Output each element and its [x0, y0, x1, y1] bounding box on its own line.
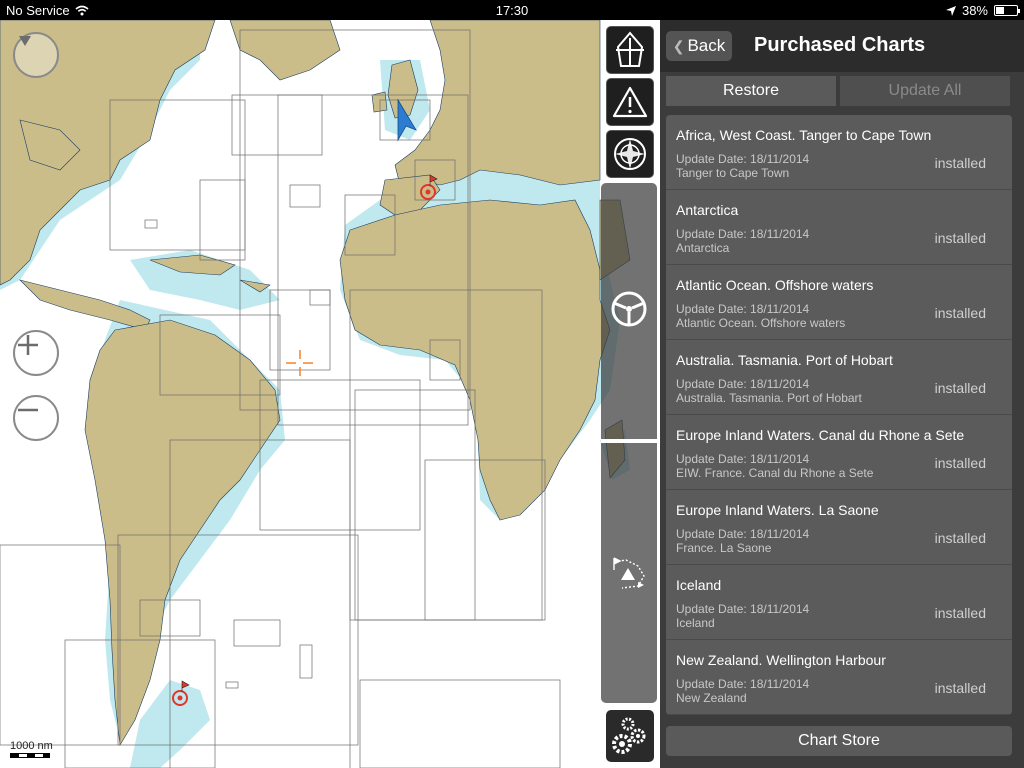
- north-indicator-button[interactable]: [13, 32, 59, 78]
- chart-status: installed: [934, 680, 986, 696]
- plus-icon: [18, 335, 38, 355]
- scale-bar: [10, 753, 50, 758]
- chart-status: installed: [934, 230, 986, 246]
- back-button[interactable]: ❮ Back: [666, 31, 732, 61]
- land: [0, 20, 631, 746]
- compass-button[interactable]: [606, 130, 654, 178]
- battery-fill: [996, 7, 1004, 14]
- minus-icon: [18, 408, 38, 412]
- battery-icon: [994, 5, 1020, 16]
- route-icon: [613, 557, 645, 589]
- boat-icon: [616, 31, 644, 67]
- map-cursor: [286, 350, 313, 376]
- chart-subtitle: Antarctica: [676, 241, 730, 255]
- chart-subtitle: France. La Saone: [676, 541, 772, 555]
- location-arrow-icon: [945, 5, 956, 16]
- chart-list-item[interactable]: New Zealand. Wellington Harbour Update Da…: [666, 640, 1012, 715]
- clock: 17:30: [495, 3, 529, 18]
- chart-list-item[interactable]: Europe Inland Waters. Canal du Rhone a S…: [666, 415, 1012, 490]
- zoom-out-button[interactable]: [13, 395, 59, 441]
- chart-status: installed: [934, 380, 986, 396]
- chart-title: Iceland: [676, 577, 722, 593]
- purchased-charts-panel: ❮ Back Purchased Charts Restore Update A…: [660, 20, 1024, 768]
- warning-icon: [612, 86, 648, 118]
- chevron-left-icon: ❮: [672, 37, 685, 54]
- settings-icon: [612, 717, 646, 754]
- chart-title: Antarctica: [676, 202, 739, 218]
- update-all-button[interactable]: Update All: [840, 76, 1010, 106]
- chart-subtitle: Australia. Tasmania. Port of Hobart: [676, 391, 862, 405]
- chart-update-date: Update Date: 18/11/2014: [676, 227, 810, 241]
- helm-button[interactable]: [607, 287, 651, 331]
- chart-list-item[interactable]: Europe Inland Waters. La Saone Update Dat…: [666, 490, 1012, 565]
- zoom-in-button[interactable]: [13, 330, 59, 376]
- panel-header: ❮ Back Purchased Charts: [660, 20, 1024, 72]
- chart-subtitle: EIW. France. Canal du Rhone a Sete: [676, 466, 874, 480]
- app-root: No Service 17:30 38% 1000 nm ❮ Back Purc…: [0, 0, 1024, 768]
- side-toolbar: [600, 20, 660, 768]
- scale-label: 1000 nm: [10, 740, 53, 752]
- toolbar-drawer: [601, 183, 657, 703]
- chart-list-item[interactable]: Antarctica Update Date: 18/11/2014 Antarct…: [666, 190, 1012, 265]
- chart-title: New Zealand. Wellington Harbour: [676, 652, 886, 668]
- chart-update-date: Update Date: 18/11/2014: [676, 527, 810, 541]
- boat-button[interactable]: [606, 26, 654, 74]
- chart-status: installed: [934, 530, 986, 546]
- chart-title: Europe Inland Waters. La Saone: [676, 502, 879, 518]
- chart-status: installed: [934, 605, 986, 621]
- toolbar-divider: [601, 439, 657, 443]
- restore-button[interactable]: Restore: [666, 76, 836, 106]
- chart-store-button[interactable]: Chart Store: [666, 726, 1012, 756]
- chart-list-item[interactable]: Atlantic Ocean. Offshore waters Update Da…: [666, 265, 1012, 340]
- compass-icon: [614, 138, 646, 170]
- status-bar: No Service 17:30 38%: [0, 0, 1024, 20]
- chart-status: installed: [934, 455, 986, 471]
- settings-button[interactable]: [606, 710, 654, 762]
- chart-update-date: Update Date: 18/11/2014: [676, 302, 810, 316]
- chart-list-item[interactable]: Africa, West Coast. Tanger to Cape Town U…: [666, 115, 1012, 190]
- chart-update-date: Update Date: 18/11/2014: [676, 152, 810, 166]
- chart-title: Africa, West Coast. Tanger to Cape Town: [676, 127, 932, 143]
- map-scale: 1000 nm: [10, 740, 53, 758]
- north-arrow-icon: [19, 36, 31, 46]
- battery-percent: 38%: [961, 3, 988, 18]
- route-button[interactable]: [607, 551, 651, 595]
- chart-update-date: Update Date: 18/11/2014: [676, 602, 810, 616]
- back-label: Back: [687, 36, 726, 55]
- chart-list[interactable]: Africa, West Coast. Tanger to Cape Town U…: [666, 115, 1012, 715]
- chart-list-item[interactable]: Australia. Tasmania. Port of Hobart Updat…: [666, 340, 1012, 415]
- status-right: 38%: [945, 3, 1020, 18]
- chart-subtitle: New Zealand: [676, 691, 747, 705]
- chart-update-date: Update Date: 18/11/2014: [676, 377, 810, 391]
- helm-icon: [611, 291, 647, 327]
- panel-title: Purchased Charts: [754, 34, 926, 56]
- chart-status: installed: [934, 305, 986, 321]
- chart-list-item[interactable]: Iceland Update Date: 18/11/2014 Iceland ins…: [666, 565, 1012, 640]
- chart-title: Europe Inland Waters. Canal du Rhone a S…: [676, 427, 965, 443]
- chart-subtitle: Atlantic Ocean. Offshore waters: [676, 316, 846, 330]
- chart-update-date: Update Date: 18/11/2014: [676, 677, 810, 691]
- chart-subtitle: Tanger to Cape Town: [676, 166, 790, 180]
- chart-status: installed: [934, 155, 986, 171]
- chart-title: Australia. Tasmania. Port of Hobart: [676, 352, 893, 368]
- chart-title: Atlantic Ocean. Offshore waters: [676, 277, 874, 293]
- chart-subtitle: Iceland: [676, 616, 715, 630]
- warning-button[interactable]: [606, 78, 654, 126]
- chart-update-date: Update Date: 18/11/2014: [676, 452, 810, 466]
